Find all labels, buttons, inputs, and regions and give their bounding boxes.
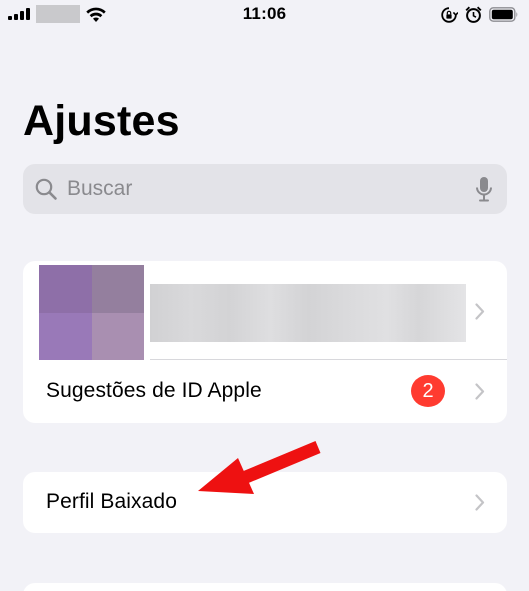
- search-input[interactable]: [67, 164, 467, 214]
- alarm-icon: [465, 6, 482, 23]
- search-bar[interactable]: [23, 164, 507, 214]
- chevron-right-icon: [475, 303, 485, 320]
- account-name-redacted: [150, 284, 466, 342]
- rotation-lock-icon: [441, 6, 458, 23]
- apple-id-suggestions-label: Sugestões de ID Apple: [46, 379, 262, 402]
- notification-badge: 2: [411, 375, 445, 407]
- annotation-arrow-icon: [198, 441, 321, 494]
- next-settings-group: [23, 583, 507, 591]
- apple-id-profile-row[interactable]: [23, 261, 507, 360]
- chevron-right-icon: [475, 494, 485, 511]
- chevron-right-icon: [475, 383, 485, 400]
- apple-id-card: Sugestões de ID Apple 2: [23, 261, 507, 423]
- battery-icon: [489, 7, 518, 22]
- status-bar: 11:06: [0, 0, 529, 30]
- avatar: [39, 265, 144, 360]
- apple-id-suggestions-row[interactable]: Sugestões de ID Apple 2: [23, 360, 507, 423]
- settings-screen: 11:06 Ajustes Buscar Sugestões de ID App…: [0, 0, 529, 591]
- downloaded-profile-label: Perfil Baixado: [46, 490, 177, 513]
- search-icon: [35, 178, 57, 200]
- page-title: Ajustes: [23, 97, 180, 145]
- microphone-icon[interactable]: [475, 176, 493, 203]
